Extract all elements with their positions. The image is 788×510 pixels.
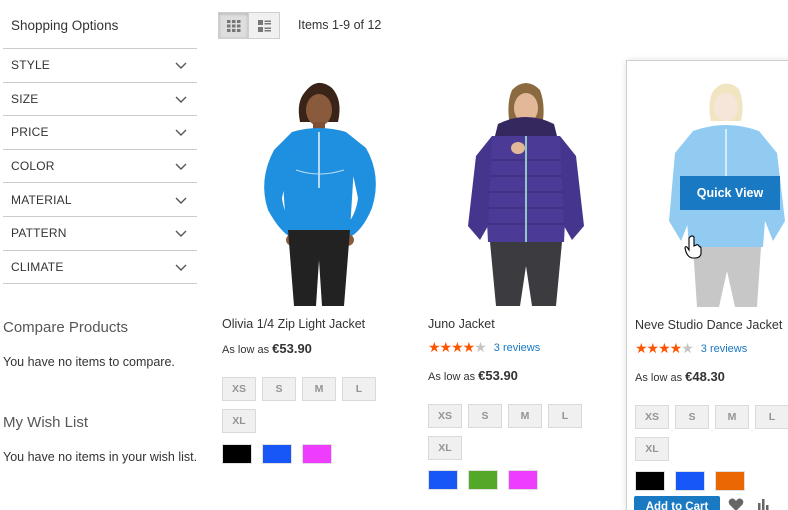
- grid-view-button[interactable]: [218, 12, 249, 39]
- size-option-m[interactable]: M: [715, 405, 749, 429]
- reviews-link[interactable]: 3 reviews: [701, 343, 747, 355]
- price-prefix: As low as: [222, 344, 270, 356]
- color-swatch-purple[interactable]: [508, 470, 538, 490]
- compare-empty-text: You have no items to compare.: [3, 355, 175, 369]
- reviews-link[interactable]: 3 reviews: [494, 342, 540, 354]
- wish-list-title: My Wish List: [3, 414, 89, 431]
- color-options: [222, 444, 332, 464]
- hand-cursor-icon: [684, 235, 702, 259]
- size-option-l[interactable]: L: [342, 377, 376, 401]
- heart-icon[interactable]: [728, 498, 744, 510]
- rating-stars: ★★★★★: [428, 340, 487, 356]
- filter-label: SIZE: [11, 91, 39, 106]
- chevron-down-icon: [175, 163, 187, 171]
- size-options: XS S M L XL: [635, 405, 788, 461]
- product-rating: ★★★★★ 3 reviews: [635, 341, 747, 357]
- filter-label: PATTERN: [11, 226, 67, 241]
- price-value: €48.30: [685, 369, 725, 384]
- chevron-down-icon: [175, 230, 187, 238]
- chevron-down-icon: [175, 264, 187, 271]
- list-icon: [257, 19, 271, 32]
- filter-list: STYLE SIZE PRICE COLOR MATERIAL PATTERN …: [3, 48, 197, 285]
- filter-climate[interactable]: CLIMATE: [3, 251, 197, 285]
- color-swatch-blue[interactable]: [428, 470, 458, 490]
- size-option-m[interactable]: M: [508, 404, 542, 428]
- price-value: €53.90: [478, 368, 518, 383]
- price-prefix: As low as: [428, 371, 476, 383]
- filter-material[interactable]: MATERIAL: [3, 183, 197, 217]
- filter-label: CLIMATE: [11, 259, 64, 274]
- product-item-hovered: Neve Studio Dance Jacket ★★★★★ 3 reviews…: [626, 60, 788, 510]
- shopping-options-title: Shopping Options: [11, 18, 119, 33]
- color-swatch-green[interactable]: [468, 470, 498, 490]
- price-prefix: As low as: [635, 372, 683, 384]
- add-to-cart-button[interactable]: Add to Cart: [634, 496, 720, 510]
- color-options: [428, 470, 538, 490]
- compare-products-title: Compare Products: [3, 319, 129, 336]
- list-view-button[interactable]: [249, 12, 280, 39]
- toolbar-amount: Items 1-9 of 12: [298, 18, 382, 32]
- wish-list-empty-text: You have no items in your wish list.: [3, 450, 198, 464]
- price-value: €53.90: [272, 341, 312, 356]
- filter-label: STYLE: [11, 58, 51, 73]
- filter-label: PRICE: [11, 125, 49, 140]
- color-swatch-purple[interactable]: [302, 444, 332, 464]
- color-swatch-black[interactable]: [222, 444, 252, 464]
- filter-color[interactable]: COLOR: [3, 150, 197, 184]
- size-option-l[interactable]: L: [755, 405, 788, 429]
- compare-icon[interactable]: [757, 499, 769, 510]
- chevron-down-icon: [175, 197, 187, 204]
- color-swatch-orange[interactable]: [715, 471, 745, 491]
- product-rating: ★★★★★ 3 reviews: [428, 340, 540, 356]
- product-price: As low as €53.90: [222, 341, 312, 356]
- product-image[interactable]: [428, 70, 618, 306]
- product-name[interactable]: Neve Studio Dance Jacket: [635, 318, 782, 332]
- quick-view-button[interactable]: Quick View: [680, 176, 780, 210]
- size-option-s[interactable]: S: [675, 405, 709, 429]
- filter-price[interactable]: PRICE: [3, 116, 197, 150]
- size-option-m[interactable]: M: [302, 377, 336, 401]
- view-mode-switcher: [218, 12, 280, 39]
- chevron-down-icon: [175, 96, 187, 103]
- rating-stars: ★★★★★: [635, 341, 694, 357]
- size-option-s[interactable]: S: [468, 404, 502, 428]
- size-option-l[interactable]: L: [548, 404, 582, 428]
- color-options: [635, 471, 745, 491]
- product-price: As low as €53.90: [428, 368, 518, 383]
- size-option-xl[interactable]: XL: [635, 437, 669, 461]
- filter-size[interactable]: SIZE: [3, 83, 197, 117]
- filter-style[interactable]: STYLE: [3, 49, 197, 83]
- product-price: As low as €48.30: [635, 369, 725, 384]
- chevron-down-icon: [175, 129, 187, 137]
- product-name[interactable]: Olivia 1/4 Zip Light Jacket: [222, 317, 365, 331]
- size-option-xs[interactable]: XS: [428, 404, 462, 428]
- filter-label: MATERIAL: [11, 192, 72, 207]
- color-swatch-black[interactable]: [635, 471, 665, 491]
- filter-pattern[interactable]: PATTERN: [3, 217, 197, 251]
- size-option-xs[interactable]: XS: [635, 405, 669, 429]
- product-image[interactable]: [222, 70, 412, 306]
- size-option-xs[interactable]: XS: [222, 377, 256, 401]
- size-option-xl[interactable]: XL: [222, 409, 256, 433]
- size-option-s[interactable]: S: [262, 377, 296, 401]
- size-options: XS S M L XL: [222, 377, 392, 433]
- size-option-xl[interactable]: XL: [428, 436, 462, 460]
- color-swatch-blue[interactable]: [262, 444, 292, 464]
- grid-icon: [226, 19, 240, 32]
- chevron-down-icon: [175, 62, 187, 70]
- color-swatch-blue[interactable]: [675, 471, 705, 491]
- size-options: XS S M L XL: [428, 404, 598, 460]
- filter-label: COLOR: [11, 159, 55, 174]
- product-name[interactable]: Juno Jacket: [428, 317, 495, 331]
